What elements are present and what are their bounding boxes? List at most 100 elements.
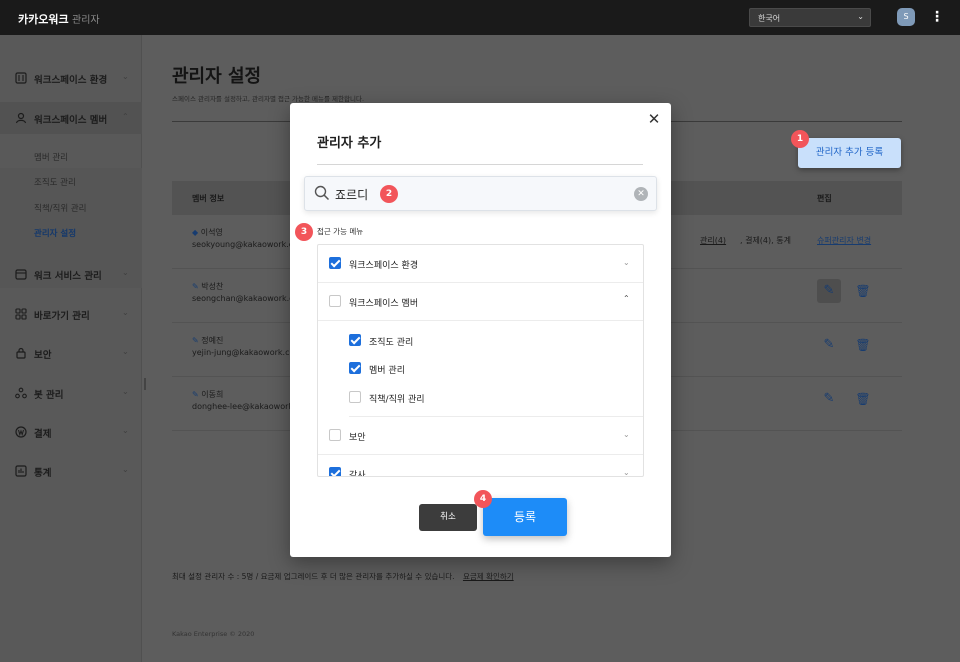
- member-name-text: 이석영: [200, 228, 223, 237]
- chart-icon: [15, 465, 27, 477]
- super-admin-icon: ◆: [192, 228, 199, 237]
- sidebar-sub-position[interactable]: 직책/직위 관리: [34, 202, 87, 214]
- sidebar-item-workspace-env[interactable]: 워크스페이스 환경 ⌄: [0, 62, 142, 94]
- checkbox-checked[interactable]: [349, 334, 361, 346]
- page-description: 스페이스 관리자를 설정하고, 관리자별 접근 가능한 메뉴를 제한합니다.: [172, 95, 365, 103]
- page-title: 관리자 설정: [172, 66, 262, 87]
- sidebar-item-label: 봇 관리: [34, 390, 64, 401]
- sidebar-item-label: 워크 서비스 관리: [34, 271, 102, 282]
- sidebar-item-work-service[interactable]: 워크 서비스 관리 ⌄: [0, 258, 142, 290]
- member-email: yejin-jung@kakaowork.com: [192, 348, 303, 357]
- chevron-up-icon[interactable]: ⌃: [623, 294, 630, 303]
- menu-item-label: 워크스페이스 환경: [349, 261, 419, 271]
- chevron-down-icon: ⌄: [122, 347, 129, 356]
- menu-subitem-org-chart[interactable]: 조직도 관리: [318, 328, 643, 353]
- chevron-down-icon[interactable]: ⌄: [623, 468, 630, 476]
- change-super-admin-link[interactable]: 슈퍼관리자 변경: [817, 235, 871, 246]
- sidebar-sub-member-manage[interactable]: 멤버 관리: [34, 151, 68, 163]
- sidebar-item-label: 통계: [34, 468, 52, 479]
- add-admin-button[interactable]: 관리자 추가 등록: [798, 138, 901, 168]
- bot-icon: [15, 387, 27, 399]
- sidebar-item-label: 보안: [34, 350, 52, 361]
- edit-icon[interactable]: ✎: [817, 387, 841, 411]
- checkbox-unchecked[interactable]: [329, 295, 341, 307]
- search-icon: [314, 185, 330, 201]
- trash-icon[interactable]: 🗑: [851, 333, 875, 357]
- menu-subitem-position[interactable]: 직책/직위 관리: [318, 385, 643, 410]
- sidebar-sub-org-chart[interactable]: 조직도 관리: [34, 176, 76, 188]
- sidebar-item-bot[interactable]: 봇 관리 ⌄: [0, 377, 142, 409]
- modal-title: 관리자 추가: [317, 136, 382, 151]
- copyright: Kakao Enterprise © 2020: [172, 630, 255, 638]
- member-name: ✎ 박성찬: [192, 281, 223, 292]
- sidebar-item-statistics[interactable]: 통계 ⌄: [0, 455, 142, 487]
- menu-item-security[interactable]: 보안 ⌄: [318, 417, 643, 454]
- menu-item-label: 감사: [349, 471, 366, 477]
- access-menu-list[interactable]: 워크스페이스 환경 ⌄ 워크스페이스 멤버 ⌃ 조직도 관리 멤버 관리 직책/…: [317, 244, 644, 477]
- chevron-down-icon: ⌄: [122, 426, 129, 435]
- step-badge-1: 1: [791, 130, 809, 148]
- sidebar-item-label: 워크스페이스 환경: [34, 75, 108, 86]
- member-name-text: 정예진: [201, 336, 224, 345]
- checkbox-unchecked[interactable]: [329, 429, 341, 441]
- footer-note-text: 최대 설정 관리자 수 : 5명 / 요금제 업그레이드 후 더 많은 관리자를…: [172, 572, 455, 581]
- register-button[interactable]: 등록: [483, 498, 567, 536]
- step-badge-3: 3: [295, 223, 313, 241]
- chevron-down-icon[interactable]: ⌄: [623, 430, 630, 439]
- sidebar-sub-admin-setting[interactable]: 관리자 설정: [34, 227, 76, 239]
- search-input[interactable]: [335, 185, 615, 203]
- sidebar-item-payment[interactable]: 결제 ⌄: [0, 416, 142, 448]
- chevron-down-icon[interactable]: ⌄: [623, 258, 630, 267]
- chevron-down-icon: ⌄: [122, 465, 129, 474]
- plan-link[interactable]: 요금제 확인하기: [463, 572, 514, 581]
- divider: [317, 164, 643, 165]
- footer-note: 최대 설정 관리자 수 : 5명 / 요금제 업그레이드 후 더 많은 관리자를…: [172, 571, 514, 582]
- sidebar-item-security[interactable]: 보안 ⌄: [0, 337, 142, 369]
- menu-subitem-member-manage[interactable]: 멤버 관리: [318, 356, 643, 381]
- menu-item-audit[interactable]: 감사 ⌄: [318, 455, 643, 477]
- sidebar-item-label: 워크스페이스 멤버: [34, 115, 108, 126]
- menu-item-workspace-member[interactable]: 워크스페이스 멤버 ⌃: [318, 283, 643, 320]
- clear-icon[interactable]: ✕: [634, 187, 648, 201]
- sidebar-item-shortcut[interactable]: 바로가기 관리 ⌄: [0, 298, 142, 330]
- menu-item-workspace-env[interactable]: 워크스페이스 환경 ⌄: [318, 245, 643, 282]
- avatar[interactable]: S: [897, 8, 915, 26]
- sidebar-item-label: 바로가기 관리: [34, 311, 90, 322]
- member-name-text: 이동희: [201, 390, 224, 399]
- step-badge-2: 2: [380, 185, 398, 203]
- trash-icon[interactable]: 🗑: [851, 279, 875, 303]
- chevron-down-icon: ⌄: [857, 12, 864, 21]
- menu-item-label: 조직도 관리: [369, 338, 414, 348]
- won-icon: [15, 426, 27, 438]
- menu-section-label: 접근 가능 메뉴: [317, 227, 364, 236]
- edit-icon[interactable]: ✎: [817, 333, 841, 357]
- checkbox-checked[interactable]: [329, 467, 341, 476]
- checkbox-unchecked[interactable]: [349, 391, 361, 403]
- brand-subtitle: 관리자: [72, 15, 100, 26]
- chevron-up-icon: ⌃: [122, 112, 129, 121]
- more-icon[interactable]: ⋮: [930, 8, 944, 26]
- permission-link[interactable]: 관리(4): [700, 235, 726, 246]
- member-email: seokyoung@kakaowork.com: [192, 240, 306, 249]
- brand-logo[interactable]: 카카오워크: [18, 11, 69, 27]
- chevron-down-icon: ⌄: [122, 308, 129, 317]
- trash-icon[interactable]: 🗑: [851, 387, 875, 411]
- sliders-icon: [15, 72, 27, 84]
- member-search-box: ✕: [304, 176, 657, 211]
- wrench-icon: ✎: [192, 390, 199, 399]
- close-icon[interactable]: ✕: [646, 111, 662, 127]
- cancel-button[interactable]: 취소: [419, 504, 477, 531]
- sidebar-item-workspace-member[interactable]: 워크스페이스 멤버 ⌃: [0, 102, 142, 134]
- checkbox-checked[interactable]: [329, 257, 341, 269]
- user-icon: [15, 112, 27, 124]
- menu-item-label: 멤버 관리: [369, 366, 405, 376]
- member-name-text: 박성찬: [201, 282, 224, 291]
- chevron-down-icon: ⌄: [122, 72, 129, 81]
- lock-icon: [15, 347, 27, 359]
- edit-icon[interactable]: ✎: [817, 279, 841, 303]
- language-select[interactable]: 한국어 ⌄: [749, 8, 871, 27]
- sidebar: 워크스페이스 환경 ⌄ 워크스페이스 멤버 ⌃ 멤버 관리 조직도 관리 직책/…: [0, 35, 142, 662]
- menu-item-label: 직책/직위 관리: [369, 395, 425, 405]
- step-badge-4: 4: [474, 490, 492, 508]
- checkbox-checked[interactable]: [349, 362, 361, 374]
